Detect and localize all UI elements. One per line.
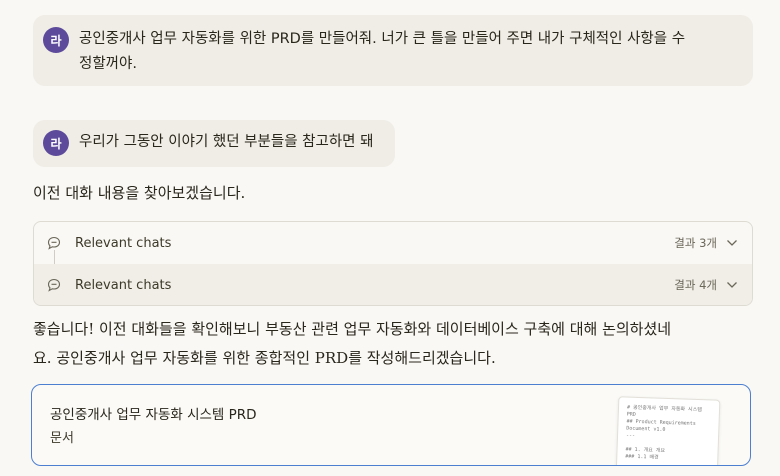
- user-message-line: 정할꺼야.: [79, 56, 137, 72]
- result-count: 결과 3개: [674, 236, 717, 250]
- result-count: 결과 4개: [674, 278, 717, 292]
- relevant-chats-label: Relevant chats: [75, 235, 172, 251]
- relevant-chats-row-1[interactable]: Relevant chats 결과 3개: [34, 222, 752, 264]
- artifact-title: 공인중개사 업무 자동화 시스템 PRD: [50, 407, 257, 423]
- user-message-text: 공인중개사 업무 자동화를 위한 PRD를 만들어줘. 너가 큰 틀을 만들어 …: [79, 27, 685, 77]
- relevant-chats-label: Relevant chats: [75, 277, 172, 293]
- relevant-chats-box: Relevant chats 결과 3개 Relevant chats 결과 4…: [33, 221, 753, 306]
- user-message-text: 우리가 그동안 이야기 했던 부분들을 참고하면 돼: [79, 134, 374, 150]
- assistant-reply-line: 좋습니다! 이전 대화들을 확인해보니 부동산 관련 업무 자동화와 데이터베이…: [33, 320, 672, 338]
- chevron-down-icon: [727, 240, 737, 246]
- chat-bubble-icon: [47, 236, 61, 250]
- chevron-down-icon: [727, 282, 737, 288]
- user-avatar: 라: [43, 130, 69, 156]
- chat-bubble-icon: [47, 278, 61, 292]
- assistant-reply-line: 요. 공인중개사 업무 자동화를 위한 종합적인 PRD를 작성해드리겠습니다.: [33, 349, 496, 367]
- user-message-1: 라 공인중개사 업무 자동화를 위한 PRD를 만들어줘. 너가 큰 틀을 만들…: [33, 15, 753, 86]
- artifact-type: 문서: [50, 431, 74, 446]
- artifact-card[interactable]: 공인중개사 업무 자동화 시스템 PRD 문서 # 공인중개사 업무 자동화 시…: [31, 384, 751, 466]
- relevant-chats-row-2[interactable]: Relevant chats 결과 4개: [34, 264, 752, 305]
- artifact-preview-thumbnail: # 공인중개사 업무 자동화 시스템 PRD ## Product Requir…: [615, 396, 721, 465]
- user-message-line: 공인중개사 업무 자동화를 위한 PRD를 만들어줘. 너가 큰 틀을 만들어 …: [79, 31, 686, 47]
- assistant-reply-1: 이전 대화 내용을 찾아보겠습니다.: [33, 184, 246, 202]
- user-message-2: 라 우리가 그동안 이야기 했던 부분들을 참고하면 돼: [33, 120, 396, 167]
- user-avatar: 라: [43, 27, 69, 53]
- assistant-reply-2: 좋습니다! 이전 대화들을 확인해보니 부동산 관련 업무 자동화와 데이터베이…: [33, 315, 748, 373]
